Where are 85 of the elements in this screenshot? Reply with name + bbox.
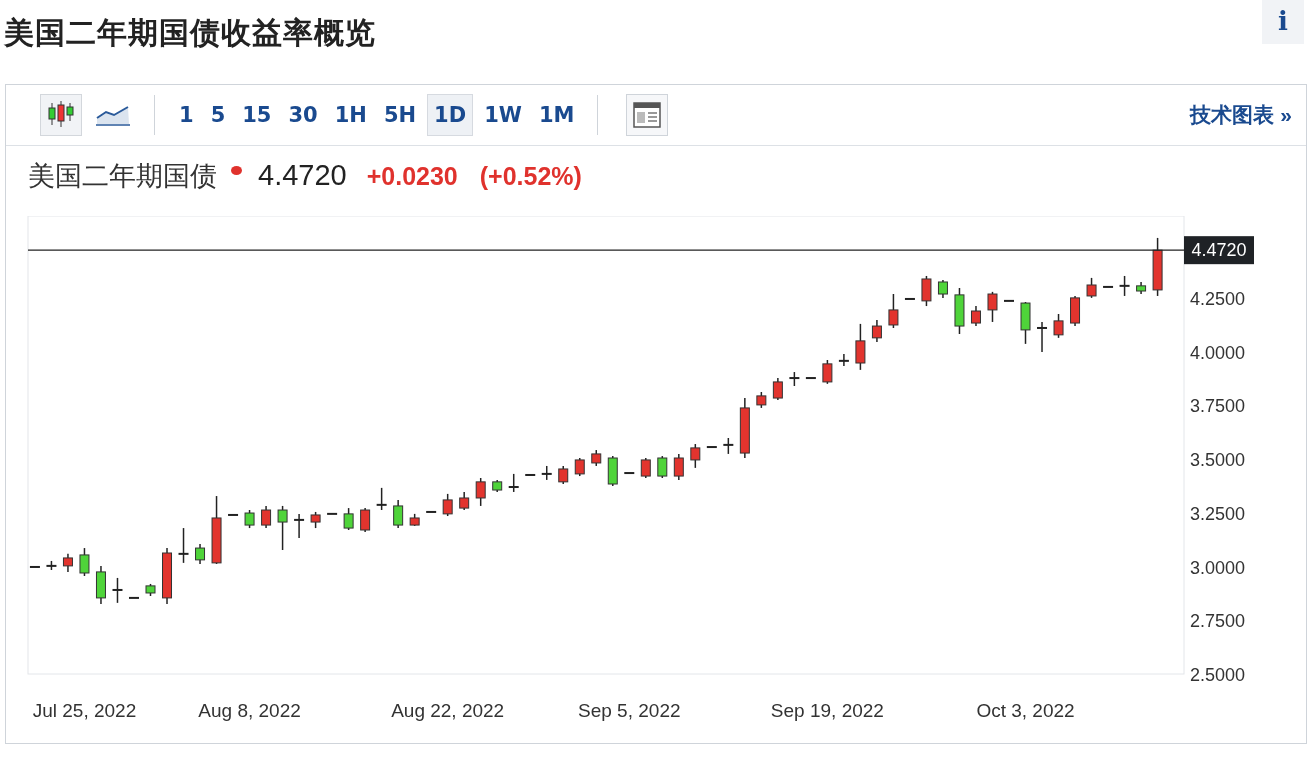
technical-chart-link[interactable]: 技术图表 » (1190, 101, 1292, 129)
interval-button[interactable]: 5 (204, 94, 232, 136)
candlestick (904, 297, 915, 300)
x-axis-label: Jul 25, 2022 (32, 700, 137, 721)
line-chart-icon (96, 104, 130, 126)
candlestick (558, 465, 569, 485)
interval-button[interactable]: 15 (236, 94, 278, 136)
candlestick (1053, 313, 1064, 339)
candlestick (195, 543, 206, 565)
candlestick (277, 505, 288, 551)
x-axis-label: Sep 19, 2022 (770, 700, 884, 721)
candlestick (376, 487, 387, 511)
status-dot (231, 166, 242, 175)
candlestick (29, 565, 40, 568)
candlestick (62, 553, 73, 573)
candlestick (657, 455, 668, 479)
candlestick (805, 377, 816, 380)
candlestick-icon (47, 101, 75, 129)
candlestick (673, 453, 684, 481)
candlestick (475, 477, 486, 507)
x-axis-label: Oct 3, 2022 (976, 700, 1075, 721)
interval-button[interactable]: 1D (427, 94, 474, 136)
candlestick (921, 275, 932, 307)
candlestick (838, 353, 849, 367)
candlestick (871, 319, 882, 343)
candlestick (987, 291, 998, 323)
x-axis-label: Aug 22, 2022 (391, 700, 505, 721)
x-axis-label: Sep 5, 2022 (578, 700, 681, 721)
interval-button[interactable]: 1 (173, 94, 200, 136)
candlestick (690, 443, 701, 469)
interval-button[interactable]: 1W (478, 94, 528, 136)
candlestick (178, 527, 189, 564)
candlestick (426, 510, 437, 513)
interval-button[interactable]: 1M (532, 94, 581, 136)
candlestick (624, 472, 635, 475)
price-change: +0.0230 (366, 162, 458, 191)
y-axis-label: 4.2500 (1190, 288, 1246, 309)
x-axis-label: Aug 8, 2022 (198, 700, 301, 721)
candlestick (360, 507, 371, 533)
candlestick (525, 473, 536, 476)
candlestick (244, 509, 255, 529)
current-price-label: 4.4720 (1184, 236, 1254, 265)
y-axis-label: 4.0000 (1190, 342, 1246, 363)
candlestick (327, 512, 338, 515)
candlestick (228, 513, 239, 516)
y-axis-label: 2.5000 (1190, 665, 1246, 685)
info-button[interactable]: i (1262, 0, 1304, 44)
y-axis-label: 3.0000 (1190, 557, 1246, 578)
candlestick (822, 359, 833, 385)
candlestick (79, 547, 90, 577)
candlestick (294, 513, 305, 539)
candlestick (393, 499, 404, 529)
candlestick (888, 293, 899, 329)
table-view-button[interactable] (626, 94, 669, 136)
page-title: 美国二年期国债收益率概览 (4, 14, 376, 51)
y-axis-label: 2.7500 (1190, 611, 1246, 632)
percent-change: (+0.52%) (479, 162, 582, 191)
instrument-name: 美国二年期国债 (28, 160, 217, 193)
candlestick (855, 323, 866, 371)
candlestick (442, 493, 453, 517)
interval-button[interactable]: 5H (377, 94, 423, 136)
y-axis-label: 3.5000 (1190, 450, 1246, 471)
candlestick (1086, 277, 1097, 299)
candlestick (772, 377, 783, 401)
candlestick (128, 596, 139, 599)
candlestick-chart-button[interactable] (40, 94, 82, 136)
y-axis-label: 3.2500 (1190, 503, 1246, 524)
y-axis-label: 3.7500 (1190, 396, 1246, 417)
candlestick (574, 457, 585, 477)
candlestick (1037, 321, 1048, 353)
candlestick (640, 457, 651, 479)
table-icon (633, 102, 662, 128)
candlestick (706, 446, 717, 449)
last-price: 4.4720 (258, 159, 347, 192)
candlestick (261, 505, 272, 529)
candlestick (112, 577, 123, 604)
candlestick (459, 491, 470, 511)
interval-button[interactable]: 30 (282, 94, 324, 136)
interval-button[interactable]: 1H (328, 94, 373, 136)
candlestick (343, 507, 354, 531)
candlestick (1004, 299, 1014, 302)
candlestick (970, 305, 981, 327)
candlestick (1103, 285, 1114, 288)
candlestick (1119, 275, 1130, 297)
candlestick (508, 473, 519, 493)
